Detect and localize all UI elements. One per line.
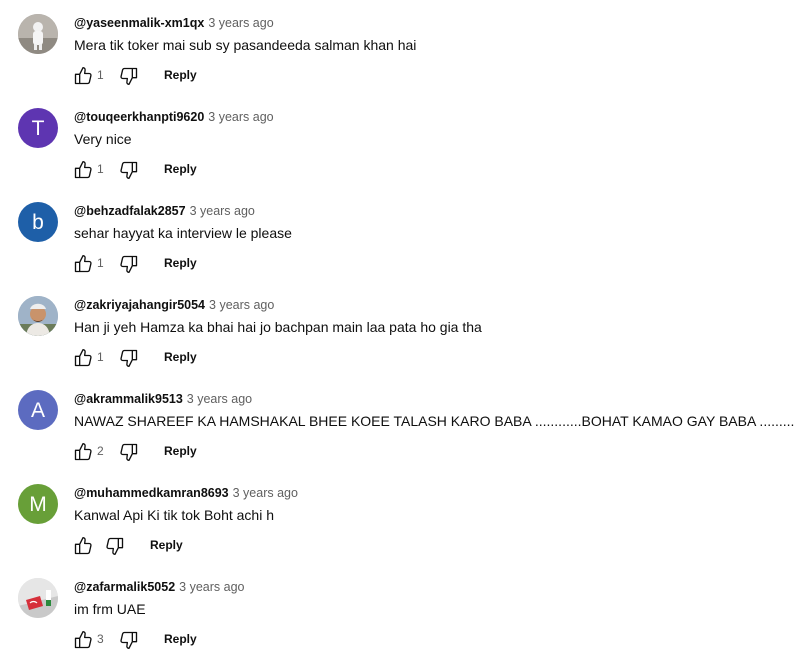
like-count: 1 bbox=[97, 350, 104, 364]
thumbs-down-icon[interactable] bbox=[118, 254, 140, 274]
comment-actions: 1 Reply bbox=[72, 348, 272, 368]
thumbs-up-icon[interactable] bbox=[72, 254, 94, 274]
comment-text: Kanwal Api Ki tik tok Boht achi h bbox=[74, 507, 274, 523]
comment-text: sehar hayyat ka interview le please bbox=[74, 225, 292, 241]
avatar-letter: A bbox=[30, 398, 45, 422]
like-count: 1 bbox=[97, 162, 104, 176]
comment-actions: 1 Reply bbox=[72, 160, 272, 180]
thumbs-down-icon[interactable] bbox=[118, 348, 140, 368]
comment-item: M @muhammedkamran8693 3 years ago Kanwal Ap… bbox=[0, 470, 811, 564]
comment-item: A @akrammalik9513 3 years ago NAWAZ SHAREEF… bbox=[0, 376, 811, 470]
reply-button[interactable]: Reply bbox=[164, 350, 197, 364]
thumbs-down-icon[interactable] bbox=[118, 442, 140, 462]
comment-text: Mera tik toker mai sub sy pasandeeda sal… bbox=[74, 37, 417, 53]
avatar[interactable]: b bbox=[18, 202, 58, 242]
avatar-letter: b bbox=[32, 210, 44, 234]
comment-time[interactable]: 3 years ago bbox=[208, 16, 273, 30]
comment-item: @yaseenmalik-xm1qx 3 years ago Mera tik to… bbox=[0, 0, 811, 94]
comment-actions: Reply bbox=[72, 536, 272, 556]
reply-button[interactable]: Reply bbox=[164, 632, 197, 646]
avatar[interactable] bbox=[18, 578, 58, 618]
comment-author[interactable]: @akrammalik9513 bbox=[74, 392, 183, 406]
thumbs-up-icon[interactable] bbox=[72, 630, 94, 650]
comment-header: @behzadfalak2857 3 years ago bbox=[74, 204, 255, 218]
comment-actions: 1 Reply bbox=[72, 254, 272, 274]
comment-author[interactable]: @zakriyajahangir5054 bbox=[74, 298, 205, 312]
comment-actions: 1 Reply bbox=[72, 66, 272, 86]
comment-text: im frm UAE bbox=[74, 601, 146, 617]
comment-author[interactable]: @touqeerkhanpti9620 bbox=[74, 110, 204, 124]
like-count: 1 bbox=[97, 256, 104, 270]
comment-header: @touqeerkhanpti9620 3 years ago bbox=[74, 110, 274, 124]
thumbs-up-icon[interactable] bbox=[72, 66, 94, 86]
comment-text: Very nice bbox=[74, 131, 132, 147]
comment-author[interactable]: @behzadfalak2857 bbox=[74, 204, 186, 218]
comment-time[interactable]: 3 years ago bbox=[190, 204, 255, 218]
avatar[interactable] bbox=[18, 14, 58, 54]
avatar-letter: M bbox=[29, 492, 47, 516]
reply-button[interactable]: Reply bbox=[164, 256, 197, 270]
comment-author[interactable]: @yaseenmalik-xm1qx bbox=[74, 16, 204, 30]
comment-header: @akrammalik9513 3 years ago bbox=[74, 392, 252, 406]
comment-time[interactable]: 3 years ago bbox=[233, 486, 298, 500]
reply-button[interactable]: Reply bbox=[150, 538, 183, 552]
thumbs-up-icon[interactable] bbox=[72, 442, 94, 462]
comment-header: @zafarmalik5052 3 years ago bbox=[74, 580, 244, 594]
comment-time[interactable]: 3 years ago bbox=[179, 580, 244, 594]
avatar[interactable] bbox=[18, 296, 58, 336]
comment-item: @zakriyajahangir5054 3 years ago Han ji ye… bbox=[0, 282, 811, 376]
comment-text: NAWAZ SHAREEF KA HAMSHAKAL BHEE KOEE TAL… bbox=[74, 413, 795, 429]
comment-time[interactable]: 3 years ago bbox=[209, 298, 274, 312]
like-count: 2 bbox=[97, 444, 104, 458]
thumbs-down-icon[interactable] bbox=[118, 630, 140, 650]
thumbs-up-icon[interactable] bbox=[72, 348, 94, 368]
comment-header: @yaseenmalik-xm1qx 3 years ago bbox=[74, 16, 274, 30]
like-count: 3 bbox=[97, 632, 104, 646]
comment-actions: 3 Reply bbox=[72, 630, 272, 650]
reply-button[interactable]: Reply bbox=[164, 444, 197, 458]
comment-item: T @touqeerkhanpti9620 3 years ago Very nice… bbox=[0, 94, 811, 188]
comment-author[interactable]: @muhammedkamran8693 bbox=[74, 486, 229, 500]
avatar[interactable]: M bbox=[18, 484, 58, 524]
comment-header: @muhammedkamran8693 3 years ago bbox=[74, 486, 298, 500]
comment-author[interactable]: @zafarmalik5052 bbox=[74, 580, 175, 594]
reply-button[interactable]: Reply bbox=[164, 68, 197, 82]
comment-item: b @behzadfalak2857 3 years ago sehar hayyat… bbox=[0, 188, 811, 282]
comment-actions: 2 Reply bbox=[72, 442, 272, 462]
comment-text: Han ji yeh Hamza ka bhai hai jo bachpan … bbox=[74, 319, 482, 335]
avatar-letter: T bbox=[31, 116, 45, 140]
avatar[interactable]: T bbox=[18, 108, 58, 148]
avatar[interactable]: A bbox=[18, 390, 58, 430]
reply-button[interactable]: Reply bbox=[164, 162, 197, 176]
comment-time[interactable]: 3 years ago bbox=[187, 392, 252, 406]
like-count: 1 bbox=[97, 68, 104, 82]
comment-item: @zafarmalik5052 3 years ago im frm UAE 3 Rep… bbox=[0, 564, 811, 658]
thumbs-up-icon[interactable] bbox=[72, 160, 94, 180]
thumbs-down-icon[interactable] bbox=[118, 66, 140, 86]
thumbs-down-icon[interactable] bbox=[104, 536, 126, 556]
thumbs-up-icon[interactable] bbox=[72, 536, 94, 556]
comment-header: @zakriyajahangir5054 3 years ago bbox=[74, 298, 274, 312]
comment-time[interactable]: 3 years ago bbox=[208, 110, 273, 124]
thumbs-down-icon[interactable] bbox=[118, 160, 140, 180]
